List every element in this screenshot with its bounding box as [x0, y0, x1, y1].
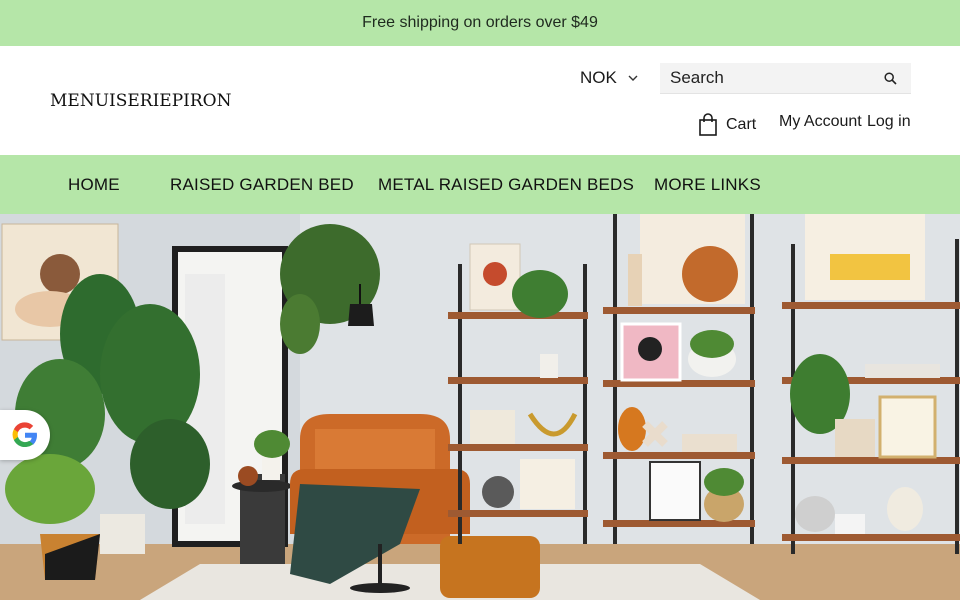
site-logo[interactable]: MENUISERIEPIRON: [50, 91, 231, 111]
nav-item-raised-garden-bed[interactable]: RAISED GARDEN BED: [170, 175, 354, 195]
nav-item-metal-raised-garden-beds[interactable]: METAL RAISED GARDEN BEDS: [378, 175, 634, 195]
announcement-bar: Free shipping on orders over $49: [0, 0, 960, 46]
main-nav: HOME RAISED GARDEN BED METAL RAISED GARD…: [0, 155, 960, 214]
site-header: MENUISERIEPIRON NOK Cart My Account Log …: [0, 46, 960, 155]
search-button[interactable]: [875, 63, 905, 94]
nav-item-home[interactable]: HOME: [68, 175, 120, 195]
hero-banner-image: [0, 214, 960, 600]
google-icon: [12, 422, 37, 448]
my-account-link[interactable]: My Account: [779, 113, 862, 131]
google-translate-badge[interactable]: [0, 410, 50, 460]
search-input[interactable]: [660, 68, 875, 88]
cart-label: Cart: [726, 116, 757, 133]
search-icon: [883, 71, 897, 85]
nav-item-more-links[interactable]: MORE LINKS: [654, 175, 761, 195]
bag-icon: [699, 113, 717, 136]
login-link[interactable]: Log in: [867, 113, 911, 131]
chevron-down-icon: [628, 75, 638, 81]
search-box: [660, 63, 911, 94]
currency-selector[interactable]: NOK: [580, 68, 639, 88]
cart-link[interactable]: Cart: [698, 113, 756, 137]
currency-value: NOK: [580, 68, 617, 87]
announcement-text: Free shipping on orders over $49: [362, 14, 598, 31]
